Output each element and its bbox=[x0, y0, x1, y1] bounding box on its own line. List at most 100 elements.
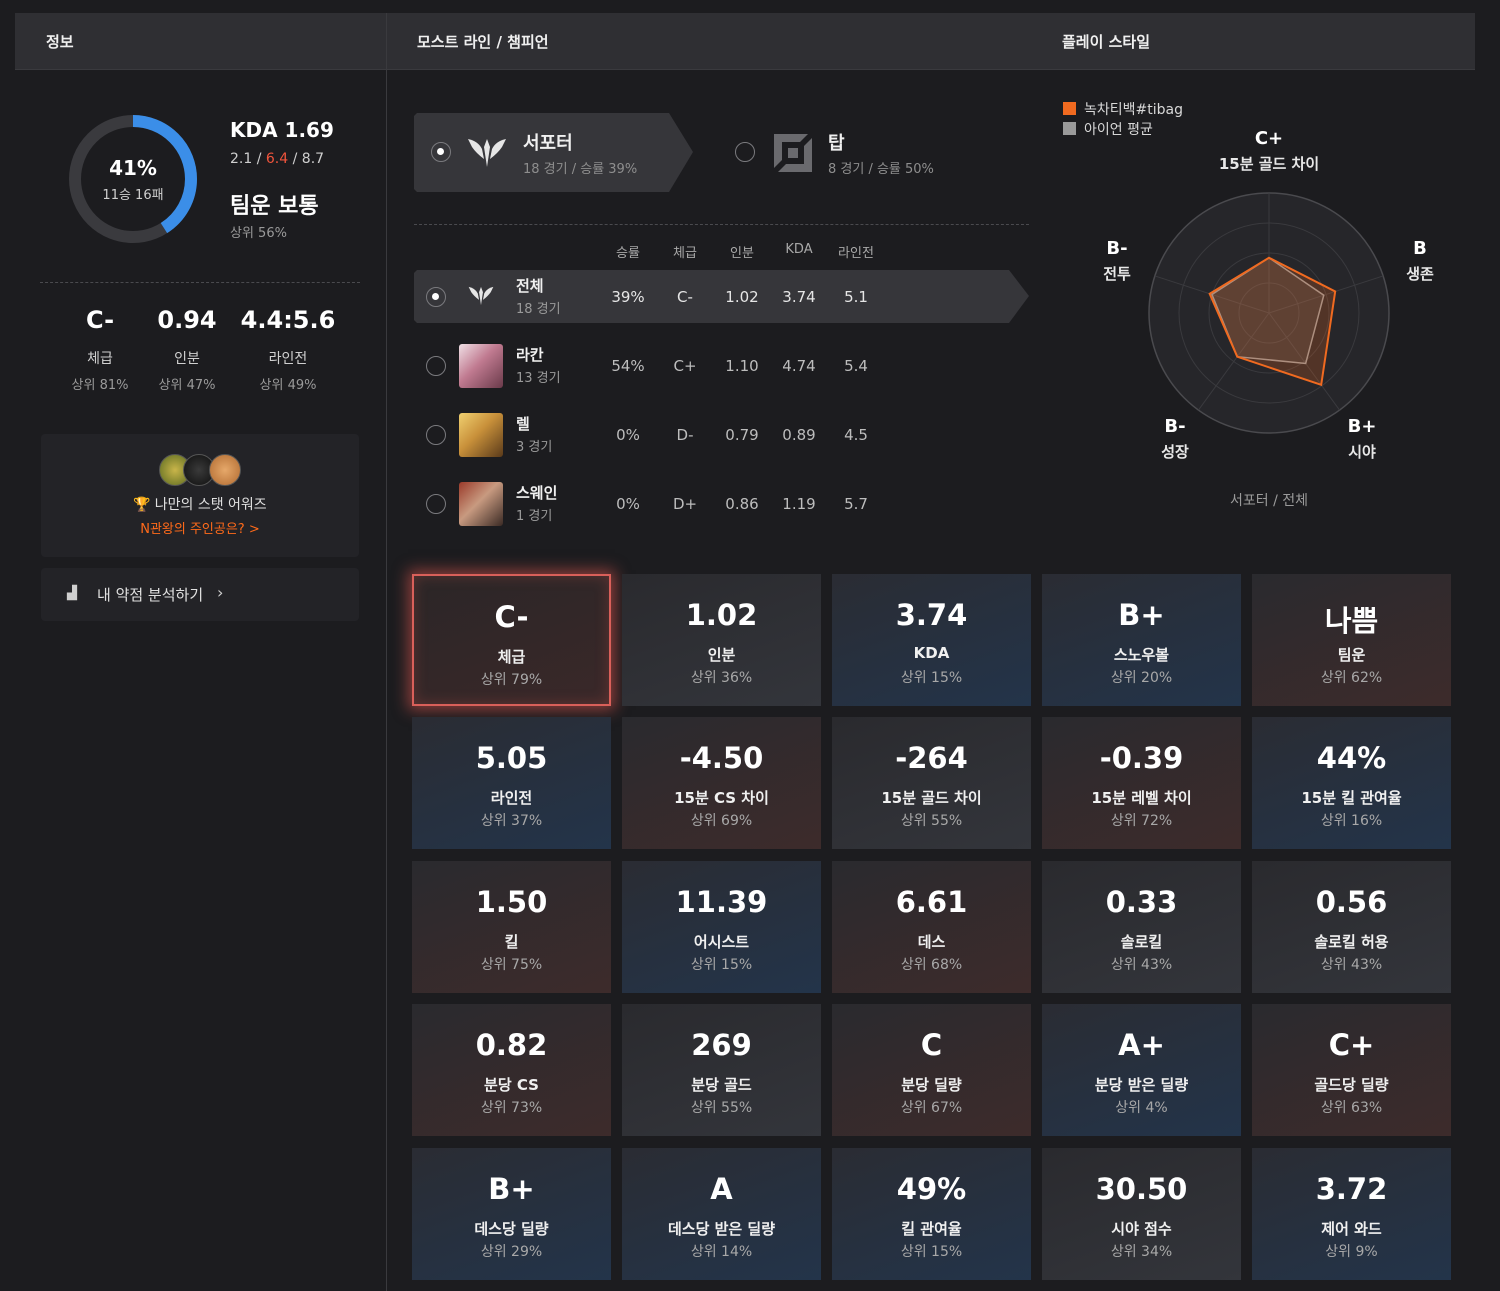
champion-row-all[interactable]: 전체 18 경기 39% C- 1.02 3.74 5.1 bbox=[414, 270, 1029, 323]
stat-tile[interactable]: 0.56 솔로킬 허용 상위 43% bbox=[1252, 861, 1451, 993]
stat-tile[interactable]: -264 15분 골드 차이 상위 55% bbox=[832, 717, 1031, 849]
kda-deaths: 6.4 bbox=[265, 151, 289, 167]
award-title: 🏆 나만의 스탯 어워즈 bbox=[41, 494, 359, 514]
team-luck-title: 팀운 보통 bbox=[230, 194, 319, 219]
tile-rank: 상위 37% bbox=[480, 813, 543, 829]
tile-label: 팀운 bbox=[1337, 646, 1366, 664]
tile-value: 1.02 bbox=[685, 598, 758, 632]
champion-games: 18 경기 bbox=[516, 302, 561, 317]
stat-tile[interactable]: B+ 스노우볼 상위 20% bbox=[1042, 574, 1241, 706]
top-role-icon bbox=[774, 134, 812, 172]
champion-row[interactable]: 스웨인 1 경기 0% D+ 0.86 1.19 5.7 bbox=[414, 477, 1029, 530]
stat-tile[interactable]: 30.50 시야 점수 상위 34% bbox=[1042, 1148, 1241, 1280]
win-loss-record: 11승 16패 bbox=[102, 188, 164, 203]
col-header-laning: 라인전 bbox=[838, 246, 874, 261]
cell-kda: 1.19 bbox=[782, 495, 816, 513]
weakness-analysis-button[interactable]: ▟ 내 약점 분석하기 › bbox=[41, 568, 359, 621]
tile-label: 킬 관여율 bbox=[901, 1220, 962, 1238]
award-link[interactable]: N관왕의 주인공은? > bbox=[41, 518, 359, 537]
legend-swatch bbox=[1063, 122, 1076, 135]
tile-label: 데스당 딜량 bbox=[474, 1220, 549, 1238]
axis-name: 생존 bbox=[1406, 265, 1434, 283]
most-lane-heading: 모스트 라인 / 챔피언 bbox=[417, 33, 549, 51]
stat-tile[interactable]: C- 체급 상위 79% bbox=[412, 574, 611, 706]
stat-tile[interactable]: A 데스당 받은 딜량 상위 14% bbox=[622, 1148, 821, 1280]
rakan-portrait bbox=[459, 344, 503, 388]
col-header-share: 인분 bbox=[730, 246, 754, 261]
axis-name: 15분 골드 차이 bbox=[1218, 155, 1320, 173]
cell-winrate: 0% bbox=[616, 495, 640, 513]
kda-breakdown: 2.1 / 6.4 / 8.7 bbox=[230, 151, 324, 167]
champion-row[interactable]: 라칸 13 경기 54% C+ 1.10 4.74 5.4 bbox=[414, 339, 1029, 392]
stat-tile[interactable]: 나쁨 팀운 상위 62% bbox=[1252, 574, 1451, 706]
axis-grade: B bbox=[1413, 238, 1427, 259]
tile-value: 269 bbox=[691, 1028, 752, 1062]
stat-tile[interactable]: 3.72 제어 와드 상위 9% bbox=[1252, 1148, 1451, 1280]
tile-label: 솔로킬 허용 bbox=[1314, 933, 1389, 951]
champion-radio[interactable] bbox=[426, 425, 446, 445]
tile-rank: 상위 15% bbox=[900, 670, 963, 686]
stat-tile[interactable]: 11.39 어시스트 상위 15% bbox=[622, 861, 821, 993]
tile-value: B+ bbox=[1118, 598, 1165, 632]
stat-tile[interactable]: 44% 15분 킬 관여율 상위 16% bbox=[1252, 717, 1451, 849]
stat-tile[interactable]: -0.39 15분 레벨 차이 상위 72% bbox=[1042, 717, 1241, 849]
tile-label: 15분 CS 차이 bbox=[674, 789, 769, 807]
stat-tile[interactable]: 3.74 KDA 상위 15% bbox=[832, 574, 1031, 706]
radar-axis-label: B- 전투 bbox=[1042, 238, 1192, 284]
axis-grade: B- bbox=[1164, 416, 1186, 437]
stat-tile[interactable]: 1.50 킬상위 75% bbox=[412, 861, 611, 993]
cell-winrate: 54% bbox=[611, 357, 645, 375]
tile-label: 라인전 bbox=[490, 789, 533, 807]
rell-portrait bbox=[459, 413, 503, 457]
tile-value: -264 bbox=[895, 741, 968, 775]
support-role-icon bbox=[468, 139, 506, 167]
stat-tile[interactable]: C 분당 딜량 상위 67% bbox=[832, 1004, 1031, 1136]
stat-tile[interactable]: -4.50 15분 CS 차이 상위 69% bbox=[622, 717, 821, 849]
tile-label: 킬 bbox=[504, 933, 519, 951]
stat-tile[interactable]: 49% 킬 관여율 상위 15% bbox=[832, 1148, 1031, 1280]
tile-value: 1.50 bbox=[475, 885, 548, 919]
tile-rank: 상위 29% bbox=[480, 1244, 543, 1260]
stat-tile[interactable]: 269 분당 골드 상위 55% bbox=[622, 1004, 821, 1136]
tile-rank: 상위 73% bbox=[480, 1100, 543, 1116]
tile-value: A+ bbox=[1118, 1028, 1165, 1062]
lane-radio[interactable] bbox=[735, 142, 755, 162]
lane-name: 탑 bbox=[828, 133, 845, 154]
weakness-label: 내 약점 분석하기 bbox=[97, 586, 204, 604]
tile-value: 30.50 bbox=[1095, 1172, 1188, 1206]
tile-label: 분당 받은 딜량 bbox=[1094, 1076, 1189, 1094]
legend-avg-label: 아이언 평균 bbox=[1084, 122, 1153, 138]
lane-radio[interactable] bbox=[431, 142, 451, 162]
champion-radio[interactable] bbox=[426, 287, 446, 307]
champion-row[interactable]: 렐 3 경기 0% D- 0.79 0.89 4.5 bbox=[414, 408, 1029, 461]
cell-laning: 5.4 bbox=[844, 357, 868, 375]
stat-tile[interactable]: A+ 분당 받은 딜량 상위 4% bbox=[1042, 1004, 1241, 1136]
champion-name: 렐 bbox=[516, 415, 530, 433]
chevron-right-icon: › bbox=[217, 583, 224, 602]
cell-share: 0.86 bbox=[725, 495, 759, 513]
stat-tile[interactable]: C+ 골드당 딜량 상위 63% bbox=[1252, 1004, 1451, 1136]
award-badges bbox=[159, 454, 241, 486]
stat-tile[interactable]: 0.33 솔로킬 상위 43% bbox=[1042, 861, 1241, 993]
champion-name: 스웨인 bbox=[516, 484, 558, 502]
cell-kda: 4.74 bbox=[782, 357, 816, 375]
stat-tile[interactable]: 0.82 분당 CS 상위 73% bbox=[412, 1004, 611, 1136]
cell-kda: 3.74 bbox=[782, 288, 816, 306]
stat-awards-card[interactable]: 🏆 나만의 스탯 어워즈 N관왕의 주인공은? > bbox=[41, 434, 359, 557]
radar-axis-label: B 생존 bbox=[1345, 238, 1495, 284]
champion-radio[interactable] bbox=[426, 356, 446, 376]
legend-swatch bbox=[1063, 102, 1076, 115]
tile-rank: 상위 75% bbox=[480, 957, 543, 973]
kda-kills: 2.1 bbox=[230, 151, 253, 167]
cell-kda: 0.89 bbox=[782, 426, 816, 444]
divider bbox=[40, 282, 360, 283]
stat-tile[interactable]: 1.02 인분 상위 36% bbox=[622, 574, 821, 706]
lane-top-card[interactable]: 탑 8 경기 / 승률 50% bbox=[720, 113, 980, 192]
stat-tile[interactable]: 6.61 데스 상위 68% bbox=[832, 861, 1031, 993]
cell-share: 0.79 bbox=[725, 426, 759, 444]
stat-tile[interactable]: B+ 데스당 딜량 상위 29% bbox=[412, 1148, 611, 1280]
champion-radio[interactable] bbox=[426, 494, 446, 514]
stat-tile[interactable]: 5.05 라인전 상위 37% bbox=[412, 717, 611, 849]
tile-value: 0.82 bbox=[475, 1028, 548, 1062]
lane-support-card[interactable]: 서포터 18 경기 / 승률 39% bbox=[414, 113, 694, 192]
